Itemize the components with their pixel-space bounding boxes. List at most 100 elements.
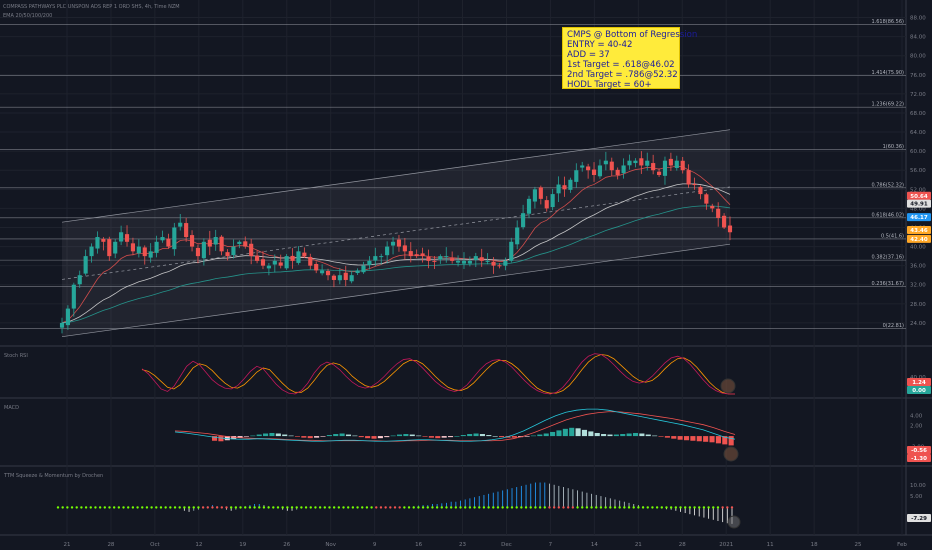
- ttm-squeeze-dot: [337, 506, 341, 509]
- ttm-squeeze-dot: [183, 506, 186, 509]
- candle-body: [698, 186, 703, 195]
- ttm-squeeze-dot: [524, 506, 528, 509]
- candle-body: [95, 237, 100, 249]
- ttm-squeeze-dot: [566, 506, 570, 509]
- candle-body: [473, 256, 478, 260]
- ttm-title: TTM Squeeze & Momentum by Drochen: [3, 473, 103, 479]
- candle-body: [656, 171, 662, 175]
- pane-tag-label: -0.56: [911, 448, 927, 454]
- candle-body: [343, 272, 348, 280]
- time-tick-label: Feb: [897, 542, 907, 548]
- ttm-squeeze-dot: [623, 506, 626, 509]
- macd-hist-bar: [709, 436, 715, 443]
- ttm-squeeze-dot: [206, 506, 209, 509]
- macd-hist-bar: [256, 434, 262, 437]
- ttm-squeeze-dot: [646, 506, 649, 509]
- candle-body: [65, 308, 70, 326]
- candle-body: [130, 243, 136, 252]
- macd-hist-bar: [658, 436, 664, 437]
- macd-hist-bar: [492, 436, 498, 437]
- time-tick-label: 28: [107, 542, 114, 548]
- candle-body: [461, 260, 467, 264]
- candle-body: [178, 222, 183, 227]
- candle-body: [260, 259, 266, 266]
- ttm-squeeze-dot: [201, 506, 205, 509]
- macd-hist-bar: [543, 433, 549, 437]
- candle-body: [485, 260, 490, 262]
- candle-body: [497, 265, 502, 267]
- ttm-squeeze-dot: [131, 506, 135, 509]
- fib-label: 0.5(41.6): [881, 233, 904, 239]
- note-line: ADD = 37: [567, 50, 610, 60]
- ttm-squeeze-dot: [84, 506, 88, 509]
- price-tick-label: 72.00: [910, 92, 926, 98]
- trading-chart[interactable]: 1.618(86.56) 1.414(75.90) 1.236(69.22) 1(60…: [0, 0, 932, 550]
- ttm-squeeze-dot: [112, 506, 116, 509]
- annotation-note[interactable]: CMPS @ Bottom of Regression ENTRY = 40-4…: [562, 27, 697, 90]
- candle-body: [704, 194, 709, 204]
- candle-body: [219, 236, 224, 252]
- ttm-squeeze-dot: [693, 506, 696, 509]
- ttm-squeeze-dot: [599, 506, 603, 509]
- macd-hist-bar: [320, 436, 326, 437]
- time-tick-label: Dec: [501, 542, 512, 548]
- time-tick-label: 11: [767, 542, 774, 548]
- macd-hist-bar: [314, 436, 320, 438]
- macd-hist-bar: [562, 428, 568, 437]
- candle[interactable]: [284, 254, 289, 270]
- macd-hist-bar: [390, 435, 396, 437]
- candle-body: [420, 253, 425, 257]
- macd-hist-bar: [447, 436, 454, 438]
- macd-hist-bar: [601, 434, 607, 437]
- candle-body: [325, 270, 331, 276]
- ttm-squeeze-dot: [464, 506, 467, 509]
- macd-hist-bar: [307, 436, 313, 439]
- ttm-squeeze-dot: [426, 506, 429, 509]
- macd-hist-bar: [358, 436, 364, 438]
- ttm-squeeze-dot: [136, 506, 139, 509]
- macd-hist-bar: [294, 436, 301, 437]
- pane-tick-label: 4.00: [910, 413, 923, 419]
- ttm-squeeze-dot: [389, 506, 392, 509]
- ttm-squeeze-dot: [534, 506, 537, 509]
- candle-body: [320, 270, 325, 274]
- fib-label: 1.236(69.22): [871, 102, 904, 108]
- ttm-squeeze-dot: [674, 506, 678, 509]
- candle-body: [255, 255, 260, 261]
- candle-body: [331, 275, 336, 280]
- candle-body: [189, 235, 195, 247]
- ttm-squeeze-dot: [431, 506, 434, 509]
- ttm-squeeze-dot: [595, 506, 598, 509]
- time-tick-label: Oct: [150, 542, 160, 548]
- ttm-squeeze-dot: [150, 506, 153, 509]
- candle-body: [71, 284, 76, 309]
- macd-hist-bar: [671, 436, 677, 439]
- ttm-squeeze-dot: [164, 506, 167, 509]
- ttm-squeeze-dot: [346, 506, 350, 509]
- macd-hist-bar: [530, 435, 537, 437]
- ttm-squeeze-dot: [127, 506, 130, 509]
- candle-body: [515, 227, 520, 245]
- price-tag-label: 50.64: [910, 194, 928, 200]
- candle-body: [710, 205, 715, 209]
- ttm-squeeze-dot: [234, 506, 238, 509]
- candle-body: [172, 227, 177, 250]
- ttm-squeeze-dot: [702, 506, 706, 509]
- ttm-squeeze-dot: [215, 506, 219, 509]
- candle-body: [621, 165, 626, 174]
- ttm-squeeze-dot: [716, 506, 720, 509]
- ttm-squeeze-dot: [281, 506, 284, 509]
- candle-body: [680, 160, 685, 171]
- time-tick-label: 26: [283, 542, 290, 548]
- time-tick-label: 28: [679, 542, 686, 548]
- ttm-squeeze-dot: [440, 506, 444, 509]
- fib-label: 0.236(31.67): [871, 281, 904, 287]
- candle-body: [556, 184, 561, 194]
- price-tick-label: 56.00: [910, 168, 926, 174]
- ttm-squeeze-dot: [117, 506, 121, 509]
- ttm-squeeze-dot: [220, 506, 224, 509]
- ttm-squeeze-dot: [286, 506, 289, 509]
- ttm-squeeze-dot: [70, 506, 74, 509]
- macd-hist-bar: [243, 436, 249, 437]
- candle-body: [580, 165, 585, 168]
